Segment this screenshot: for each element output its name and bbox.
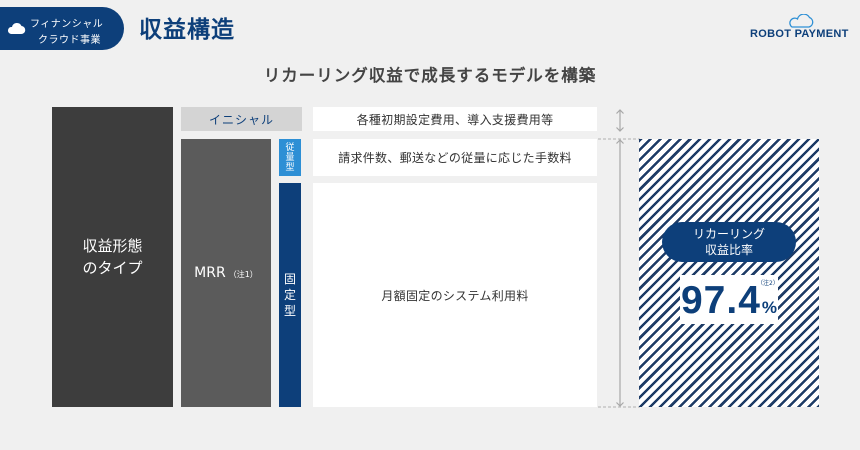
logo-text: ROBOT PAYMENT [750,28,849,40]
usage-char-3: 型 [285,162,295,173]
initial-description: 各種初期設定費用、導入支援費用等 [313,107,597,131]
recurring-label-line2: 収益比率 [704,243,753,257]
usage-char-2: 量 [285,152,295,163]
revenue-type-line1: 収益形態 [82,237,143,255]
recurring-label-line1: リカーリング [692,227,765,241]
mrr-note: （注1） [228,270,258,279]
company-logo: ROBOT PAYMENT [750,14,850,42]
usage-char-1: 従 [285,142,295,153]
usage-based-block: 従 量 型 [279,139,301,176]
diagram-subtitle: リカーリング収益で成長するモデルを構築 [263,66,597,85]
category-tag-line2: クラウド事業 [38,35,101,46]
recurring-ratio-panel [639,139,819,407]
initial-block: イニシャル [181,107,302,131]
cloud-outline-icon [789,14,814,28]
category-tag-line1: フィナンシャル [30,19,104,30]
range-guides [598,109,640,408]
revenue-type-line2: のタイプ [82,259,143,277]
cloud-icon [7,22,26,35]
usage-description: 請求件数、郵送などの従量に応じた手数料 [313,139,597,176]
fixed-char-1: 固 [283,272,296,286]
page-title: 収益構造 [139,17,235,43]
fixed-char-2: 定 [283,288,296,302]
recurring-ratio-value: 97.4 [680,279,761,322]
mrr-label: MRR [194,265,226,281]
fixed-block: 固 定 型 [279,183,301,407]
fixed-description: 月額固定のシステム利用料 [313,183,597,407]
fixed-char-3: 型 [283,304,296,318]
revenue-type-block: 収益形態 のタイプ [52,107,173,407]
recurring-ratio-unit: % [761,298,778,317]
mrr-block: MRR （注1） [181,139,271,407]
recurring-ratio-label: リカーリング 収益比率 [662,222,796,262]
category-tag: フィナンシャル クラウド事業 [0,7,124,50]
recurring-ratio-note: （注2） [757,280,779,287]
